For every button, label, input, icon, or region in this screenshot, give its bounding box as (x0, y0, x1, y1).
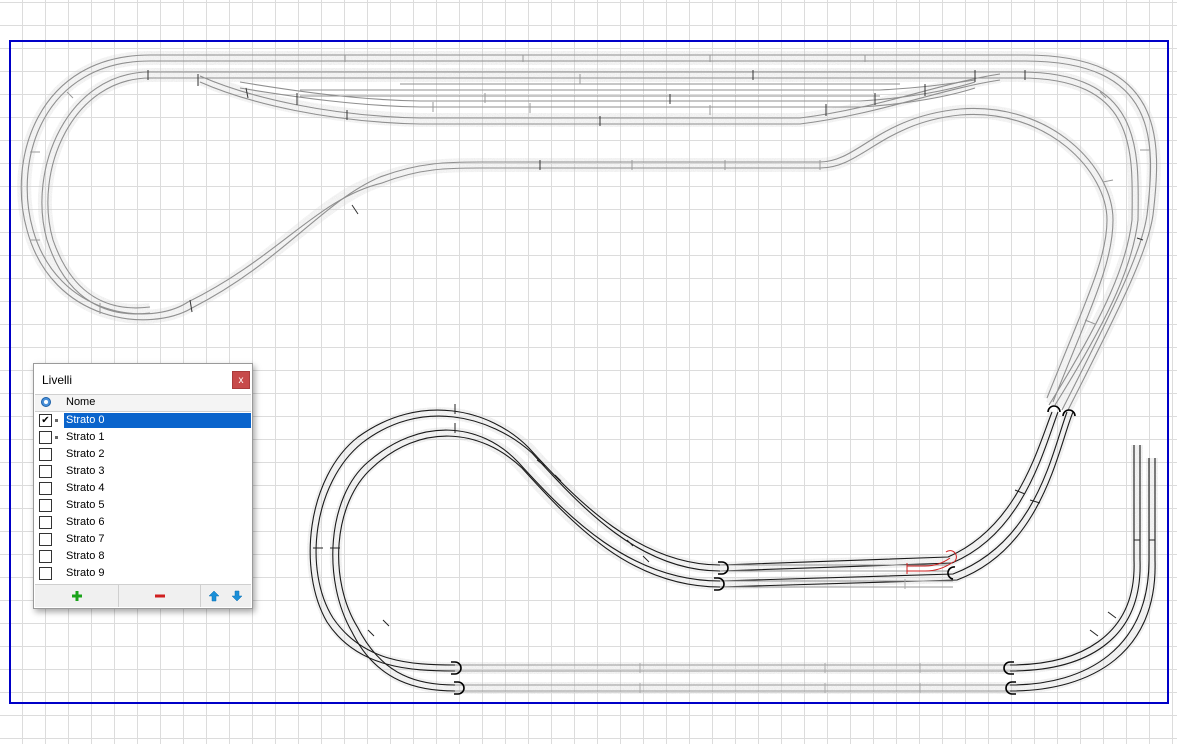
layer-row[interactable]: Strato 4 (35, 480, 251, 497)
add-layer-button[interactable] (35, 585, 119, 607)
layer-content-indicator (55, 419, 58, 422)
layers-panel[interactable]: Livelli x Nome ✔ Strato 0 Strato 1 Strat… (33, 363, 253, 609)
layer-visibility-checkbox[interactable] (39, 516, 52, 529)
layer-row[interactable]: ✔ Strato 0 (35, 412, 252, 429)
layer-visibility-checkbox[interactable] (39, 533, 52, 546)
layer-visibility-checkbox[interactable] (39, 567, 52, 580)
layer-row[interactable]: Strato 9 (35, 565, 251, 582)
close-button[interactable]: x (232, 371, 250, 389)
column-header-name: Nome (66, 396, 96, 408)
layer-row[interactable]: Strato 1 (35, 429, 251, 446)
lower-level-tracks[interactable] (307, 404, 1159, 695)
layer-row[interactable]: Strato 5 (35, 497, 251, 514)
layer-toolbar (35, 584, 251, 607)
arrow-up-icon (207, 590, 220, 602)
visibility-icon (41, 397, 51, 407)
remove-layer-button[interactable] (119, 585, 201, 607)
move-layer-up-button[interactable] (201, 585, 226, 607)
layer-visibility-checkbox[interactable] (39, 431, 52, 444)
layer-visibility-checkbox[interactable]: ✔ (39, 414, 52, 427)
remove-icon (154, 594, 165, 598)
layer-name: Strato 2 (66, 448, 105, 460)
list-header[interactable]: Nome (35, 394, 251, 412)
add-icon (71, 591, 82, 601)
upper-level-tracks[interactable] (17, 51, 1161, 414)
layer-name: Strato 3 (66, 465, 105, 477)
layer-name: Strato 9 (66, 567, 105, 579)
layer-visibility-checkbox[interactable] (39, 482, 52, 495)
move-layer-down-button[interactable] (224, 585, 249, 607)
layer-name: Strato 1 (66, 431, 105, 443)
layer-name: Strato 6 (66, 516, 105, 528)
panel-title: Livelli (42, 373, 73, 387)
layer-name: Strato 8 (66, 550, 105, 562)
layer-visibility-checkbox[interactable] (39, 448, 52, 461)
layer-row[interactable]: Strato 2 (35, 446, 251, 463)
layer-visibility-checkbox[interactable] (39, 465, 52, 478)
layer-row[interactable]: Strato 8 (35, 548, 251, 565)
close-icon: x (238, 375, 244, 386)
layer-name: Strato 4 (66, 482, 105, 494)
layer-name: Strato 0 (63, 412, 252, 429)
layer-row[interactable]: Strato 3 (35, 463, 251, 480)
layer-visibility-checkbox[interactable] (39, 499, 52, 512)
layer-row[interactable]: Strato 6 (35, 514, 251, 531)
panel-title-bar[interactable]: Livelli x (34, 364, 252, 394)
arrow-down-icon (230, 590, 243, 602)
layer-list[interactable]: ✔ Strato 0 Strato 1 Strato 2 Strato 3 St… (35, 412, 252, 582)
layer-name: Strato 7 (66, 533, 105, 545)
layer-name: Strato 5 (66, 499, 105, 511)
layer-visibility-checkbox[interactable] (39, 550, 52, 563)
layer-row[interactable]: Strato 7 (35, 531, 251, 548)
layer-content-indicator (55, 436, 58, 439)
